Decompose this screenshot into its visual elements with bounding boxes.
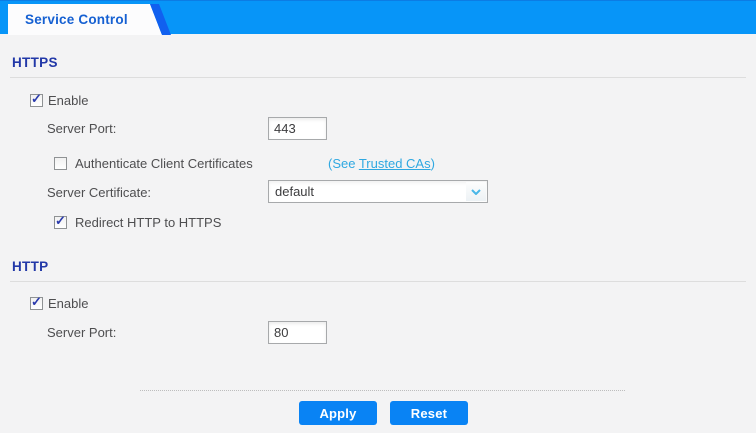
authenticate-client-certificates-label: Authenticate Client Certificates: [75, 156, 253, 171]
http-server-port-label: Server Port:: [47, 325, 116, 340]
https-section-title: HTTPS: [12, 55, 58, 70]
tab-label: Service Control: [25, 12, 128, 27]
https-enable-label: Enable: [48, 93, 88, 108]
http-enable-label: Enable: [48, 296, 88, 311]
http-enable-checkbox[interactable]: ✓: [30, 297, 43, 310]
redirect-http-to-https-label: Redirect HTTP to HTTPS: [75, 215, 221, 230]
server-certificate-select[interactable]: default: [268, 180, 488, 203]
chevron-down-icon: [466, 182, 486, 201]
checkmark-icon: ✓: [31, 91, 42, 107]
see-trusted-cas-note: (See Trusted CAs): [328, 156, 435, 171]
tab-service-control[interactable]: Service Control: [8, 4, 174, 35]
see-note-close: ): [431, 156, 435, 171]
service-control-page: Service Control HTTPS ✓ Enable Server Po…: [0, 0, 756, 433]
http-divider: [10, 281, 746, 282]
https-enable-checkbox[interactable]: ✓: [30, 94, 43, 107]
tab-bar: Service Control: [0, 0, 756, 34]
redirect-http-to-https-checkbox[interactable]: ✓: [54, 216, 67, 229]
https-divider: [10, 77, 746, 78]
checkmark-icon: ✓: [55, 213, 66, 229]
checkmark-icon: ✓: [31, 294, 42, 310]
http-section-title: HTTP: [12, 259, 48, 274]
http-server-port-input[interactable]: [268, 321, 327, 344]
https-server-port-input[interactable]: [268, 117, 327, 140]
trusted-cas-link[interactable]: Trusted CAs: [359, 156, 431, 171]
authenticate-client-certificates-checkbox[interactable]: ✓: [54, 157, 67, 170]
footer-divider: [140, 390, 625, 391]
https-server-port-label: Server Port:: [47, 121, 116, 136]
apply-button[interactable]: Apply: [299, 401, 377, 425]
reset-button[interactable]: Reset: [390, 401, 468, 425]
server-certificate-value: default: [275, 184, 314, 199]
see-note-open: (See: [328, 156, 359, 171]
server-certificate-label: Server Certificate:: [47, 185, 151, 200]
